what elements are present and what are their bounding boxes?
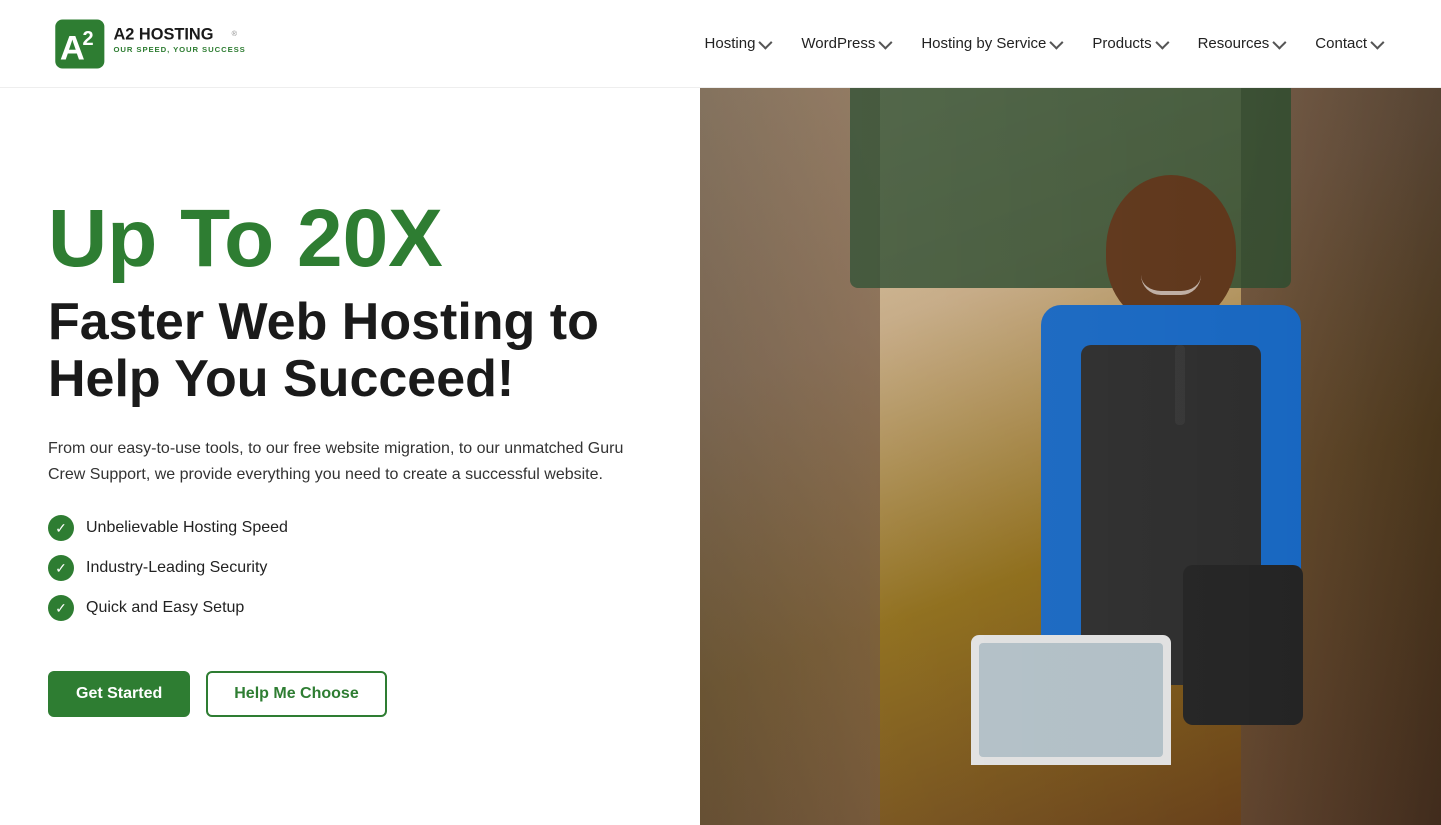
hero-content: Up To 20X Faster Web Hosting to Help You… <box>0 88 700 825</box>
nav-links: Hosting WordPress Hosting by Service Pro… <box>693 27 1393 60</box>
logo[interactable]: A 2 A2 HOSTING OUR SPEED, YOUR SUCCESS ® <box>48 12 248 76</box>
nav-item-products[interactable]: Products <box>1080 27 1177 60</box>
nav-item-hosting[interactable]: Hosting <box>693 27 782 60</box>
feature-item-setup: ✓ Quick and Easy Setup <box>48 595 652 621</box>
image-overlay <box>700 88 1441 825</box>
check-icon-setup: ✓ <box>48 595 74 621</box>
nav-link-resources[interactable]: Resources <box>1186 27 1296 60</box>
feature-label-setup: Quick and Easy Setup <box>86 599 244 617</box>
svg-text:A: A <box>60 29 85 67</box>
hero-section: Up To 20X Faster Web Hosting to Help You… <box>0 88 1441 825</box>
nav-item-contact[interactable]: Contact <box>1303 27 1393 60</box>
help-me-choose-button[interactable]: Help Me Choose <box>206 671 386 717</box>
chevron-down-icon <box>759 35 773 49</box>
hero-scene <box>700 88 1441 825</box>
hero-headline-green: Up To 20X <box>48 196 652 282</box>
check-icon-speed: ✓ <box>48 515 74 541</box>
feature-item-speed: ✓ Unbelievable Hosting Speed <box>48 515 652 541</box>
svg-text:®: ® <box>232 28 238 37</box>
nav-link-products[interactable]: Products <box>1080 27 1177 60</box>
nav-label-resources: Resources <box>1198 35 1270 52</box>
nav-link-contact[interactable]: Contact <box>1303 27 1393 60</box>
feature-label-security: Industry-Leading Security <box>86 559 267 577</box>
nav-link-hosting-by-service[interactable]: Hosting by Service <box>909 27 1072 60</box>
nav-item-wordpress[interactable]: WordPress <box>789 27 901 60</box>
nav-item-resources[interactable]: Resources <box>1186 27 1296 60</box>
nav-item-hosting-by-service[interactable]: Hosting by Service <box>909 27 1072 60</box>
nav-link-wordpress[interactable]: WordPress <box>789 27 901 60</box>
chevron-down-icon <box>1155 35 1169 49</box>
check-icon-security: ✓ <box>48 555 74 581</box>
hero-headline-dark: Faster Web Hosting to Help You Succeed! <box>48 294 652 408</box>
hero-image <box>700 88 1441 825</box>
get-started-button[interactable]: Get Started <box>48 671 190 717</box>
hero-description: From our easy-to-use tools, to our free … <box>48 436 652 487</box>
features-list: ✓ Unbelievable Hosting Speed ✓ Industry-… <box>48 515 652 635</box>
navbar: A 2 A2 HOSTING OUR SPEED, YOUR SUCCESS ®… <box>0 0 1441 88</box>
nav-label-products: Products <box>1092 35 1151 52</box>
chevron-down-icon <box>1370 35 1384 49</box>
chevron-down-icon <box>879 35 893 49</box>
svg-text:2: 2 <box>83 27 94 49</box>
nav-link-hosting[interactable]: Hosting <box>693 27 782 60</box>
chevron-down-icon <box>1050 35 1064 49</box>
feature-item-security: ✓ Industry-Leading Security <box>48 555 652 581</box>
svg-text:A2 HOSTING: A2 HOSTING <box>113 25 213 43</box>
chevron-down-icon <box>1273 35 1287 49</box>
nav-label-contact: Contact <box>1315 35 1367 52</box>
feature-label-speed: Unbelievable Hosting Speed <box>86 519 288 537</box>
cta-buttons: Get Started Help Me Choose <box>48 671 652 717</box>
nav-label-hosting: Hosting <box>705 35 756 52</box>
nav-label-wordpress: WordPress <box>801 35 875 52</box>
nav-label-hosting-by-service: Hosting by Service <box>921 35 1046 52</box>
svg-text:OUR SPEED, YOUR SUCCESS: OUR SPEED, YOUR SUCCESS <box>113 45 245 54</box>
